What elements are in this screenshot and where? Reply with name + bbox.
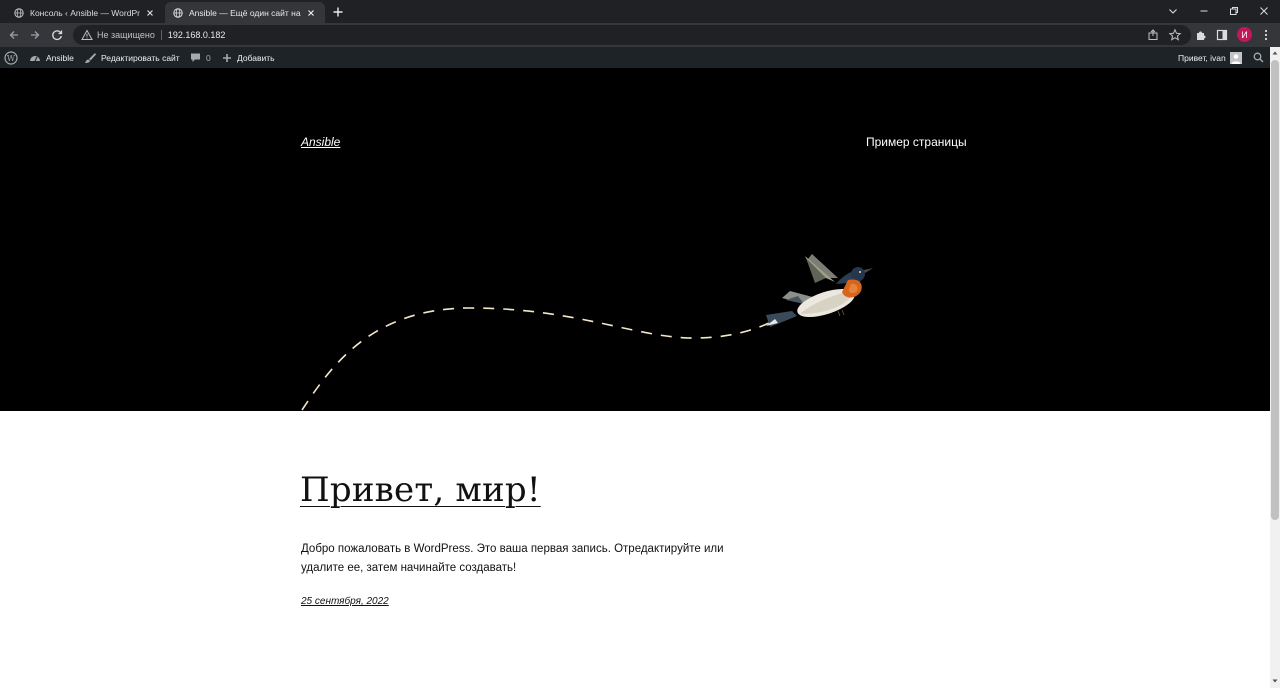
tab-site[interactable]: Ansible — Ещё один сайт на WordPress xyxy=(165,2,325,23)
browser-toolbar: Не защищено 192.168.0.182 И xyxy=(0,23,1280,47)
close-icon[interactable] xyxy=(144,7,156,19)
post-title-link[interactable]: Привет, мир! xyxy=(300,470,541,510)
tab-title: Консоль ‹ Ansible — WordPress xyxy=(30,7,140,18)
scroll-down-arrow-icon[interactable] xyxy=(1272,678,1278,684)
comments-link[interactable]: 0 xyxy=(190,47,211,68)
scroll-up-arrow-icon[interactable] xyxy=(1272,50,1278,56)
not-secure-warning-icon[interactable] xyxy=(81,29,93,41)
address-bar[interactable]: Не защищено 192.168.0.182 xyxy=(73,25,1191,45)
bookmark-star-icon[interactable] xyxy=(1168,28,1182,42)
site-name-menu[interactable]: Ansible xyxy=(29,47,74,68)
dashboard-gauge-icon xyxy=(30,56,40,62)
url-text[interactable]: 192.168.0.182 xyxy=(168,30,226,40)
back-arrow-icon[interactable] xyxy=(7,28,21,42)
scrollbar-thumb[interactable] xyxy=(1271,60,1279,520)
svg-text:W: W xyxy=(7,54,16,63)
brush-icon xyxy=(85,52,96,63)
globe-icon xyxy=(14,7,24,18)
security-label: Не защищено xyxy=(97,30,155,40)
profile-avatar[interactable]: И xyxy=(1237,27,1252,42)
post-excerpt: Добро пожаловать в WordPress. Это ваша п… xyxy=(301,543,724,574)
new-content-menu[interactable]: Добавить xyxy=(222,47,275,68)
search-icon xyxy=(1253,52,1264,63)
bird-icon xyxy=(766,254,873,327)
forward-arrow-icon[interactable] xyxy=(28,28,42,42)
wp-logo-menu[interactable]: W xyxy=(4,47,23,68)
new-content-label: Добавить xyxy=(237,52,275,63)
browser-tab-strip: Консоль ‹ Ansible — WordPress Ansible — … xyxy=(0,0,1280,23)
customize-label: Редактировать сайт xyxy=(101,52,180,63)
comments-count: 0 xyxy=(206,52,211,63)
share-icon[interactable] xyxy=(1146,28,1160,42)
restore-icon[interactable] xyxy=(1227,4,1241,18)
hero-bird-illustration xyxy=(301,254,873,411)
post-date-link[interactable]: 25 сентября, 2022 xyxy=(301,596,389,607)
wordpress-logo-icon: W xyxy=(4,50,18,65)
new-tab-plus-icon[interactable] xyxy=(331,5,345,19)
window-close-icon[interactable] xyxy=(1257,4,1271,18)
comment-bubble-icon xyxy=(191,53,200,62)
close-icon[interactable] xyxy=(305,7,317,19)
plus-icon xyxy=(223,53,231,62)
reload-icon[interactable] xyxy=(50,28,64,42)
tab-wp-admin[interactable]: Консоль ‹ Ansible — WordPress xyxy=(6,2,164,23)
my-account-menu[interactable]: Привет, ivan xyxy=(1178,47,1242,68)
greeting-label: Привет, ivan xyxy=(1178,52,1226,63)
kebab-menu-icon[interactable] xyxy=(1259,28,1273,42)
user-avatar-icon xyxy=(1229,51,1242,64)
tab-title: Ansible — Ещё один сайт на WordPress xyxy=(189,7,301,18)
site-name-label: Ansible xyxy=(46,52,74,63)
dashed-flight-trail xyxy=(301,307,776,411)
wp-admin-bar: W Ansible Редактировать сайт 0 Добавить … xyxy=(0,47,1270,68)
extensions-puzzle-icon[interactable] xyxy=(1194,28,1208,42)
address-divider xyxy=(160,30,162,40)
customize-site-link[interactable]: Редактировать сайт xyxy=(84,47,180,68)
globe-icon xyxy=(173,7,183,18)
side-panel-icon[interactable] xyxy=(1215,28,1229,42)
admin-bar-search[interactable] xyxy=(1253,47,1269,68)
tab-search-chevron-icon[interactable] xyxy=(1166,4,1180,18)
minimize-icon[interactable] xyxy=(1197,4,1211,18)
